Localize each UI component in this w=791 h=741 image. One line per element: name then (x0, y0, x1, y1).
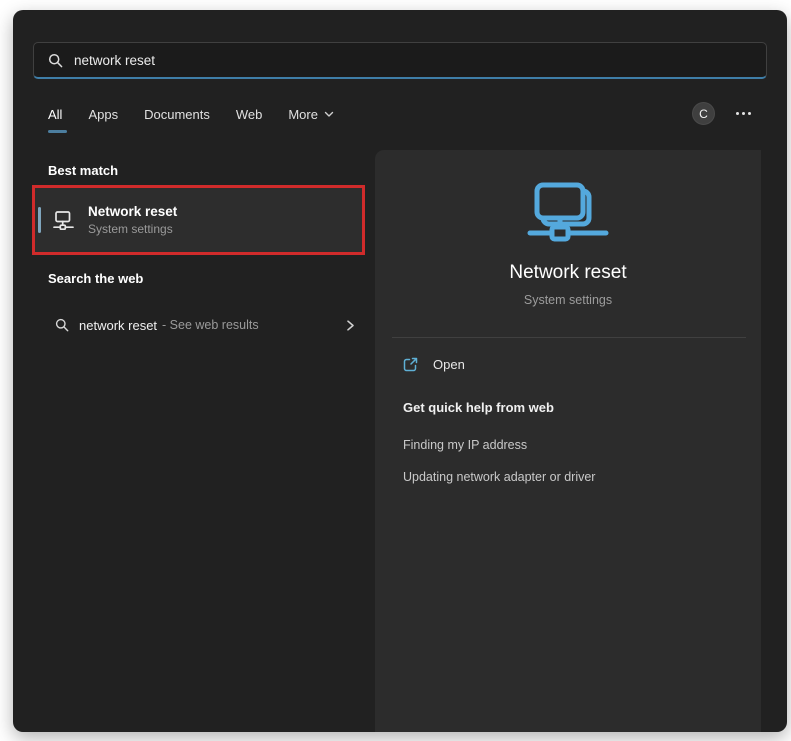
search-input[interactable] (74, 53, 752, 68)
preview-title: Network reset (375, 262, 761, 284)
network-reset-icon (526, 182, 610, 249)
tab-all[interactable]: All (48, 107, 62, 133)
search-icon (48, 53, 63, 68)
divider (392, 337, 746, 338)
quick-help-heading: Get quick help from web (403, 400, 554, 415)
quick-link-updating-adapter[interactable]: Updating network adapter or driver (403, 470, 595, 484)
search-box[interactable] (33, 42, 767, 79)
preview-subtitle: System settings (375, 293, 761, 307)
open-action[interactable]: Open (402, 356, 465, 373)
search-the-web-heading: Search the web (48, 271, 143, 286)
tab-apps[interactable]: Apps (88, 107, 118, 133)
web-search-result[interactable]: network reset - See web results (32, 303, 365, 347)
header-actions: C (692, 102, 753, 125)
chevron-right-icon[interactable] (344, 318, 356, 333)
best-match-heading: Best match (48, 163, 118, 178)
filter-tabs: All Apps Documents Web More (48, 107, 334, 133)
quick-link-finding-ip[interactable]: Finding my IP address (403, 438, 527, 452)
search-flyout-panel: All Apps Documents Web More C Best match (13, 10, 787, 732)
web-result-suffix: - See web results (162, 318, 259, 332)
best-match-result[interactable]: Network reset System settings (35, 188, 362, 252)
more-options-icon[interactable] (734, 108, 753, 119)
tab-more[interactable]: More (288, 107, 334, 133)
tab-more-label: More (288, 107, 318, 122)
preview-card: Network reset System settings Open Get q… (375, 150, 761, 732)
tab-documents[interactable]: Documents (144, 107, 210, 133)
open-label: Open (433, 357, 465, 372)
network-reset-icon (52, 210, 75, 231)
selection-indicator (38, 207, 41, 233)
account-avatar[interactable]: C (692, 102, 715, 125)
chevron-down-icon (324, 111, 334, 118)
best-match-subtitle: System settings (88, 222, 177, 236)
search-icon (55, 318, 69, 332)
best-match-title: Network reset (88, 204, 177, 219)
web-result-query: network reset (79, 318, 157, 333)
open-external-icon (402, 356, 419, 373)
tab-web[interactable]: Web (236, 107, 263, 133)
